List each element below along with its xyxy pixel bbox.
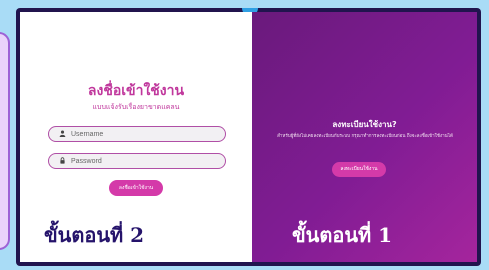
step-1-label: ขั้นตอนที่ 1 (292, 223, 393, 247)
register-button[interactable]: ลงทะเบียนใช้งาน (332, 162, 386, 177)
lock-icon (53, 156, 71, 166)
username-field[interactable]: Username (48, 126, 226, 142)
login-title: ลงชื่อเข้าใช้งาน (87, 83, 185, 99)
register-description: สำหรับผู้ที่ยังไม่เคยลงทะเบียนกับระบบ กร… (277, 134, 453, 139)
register-panel: ลงทะเบียนใช้งาน? สำหรับผู้ที่ยังไม่เคยลง… (252, 12, 477, 262)
register-title: ลงทะเบียนใช้งาน? (332, 120, 397, 129)
password-placeholder: Password (71, 157, 102, 165)
login-panel: ลงชื่อเข้าใช้งาน แบบแจ้งรับเรื่องยาขาดแค… (20, 12, 252, 262)
side-card (0, 32, 10, 250)
username-placeholder: Username (71, 130, 104, 138)
user-icon (53, 130, 71, 139)
password-field[interactable]: Password (48, 153, 226, 169)
login-subtitle: แบบแจ้งรับเรื่องยาขาดแคลน (92, 103, 180, 111)
login-button[interactable]: ลงชื่อเข้าใช้งาน (109, 180, 163, 196)
screenshot-frame: ลงชื่อเข้าใช้งาน แบบแจ้งรับเรื่องยาขาดแค… (16, 8, 481, 266)
step-2-label: ขั้นตอนที่ 2 (44, 223, 145, 247)
